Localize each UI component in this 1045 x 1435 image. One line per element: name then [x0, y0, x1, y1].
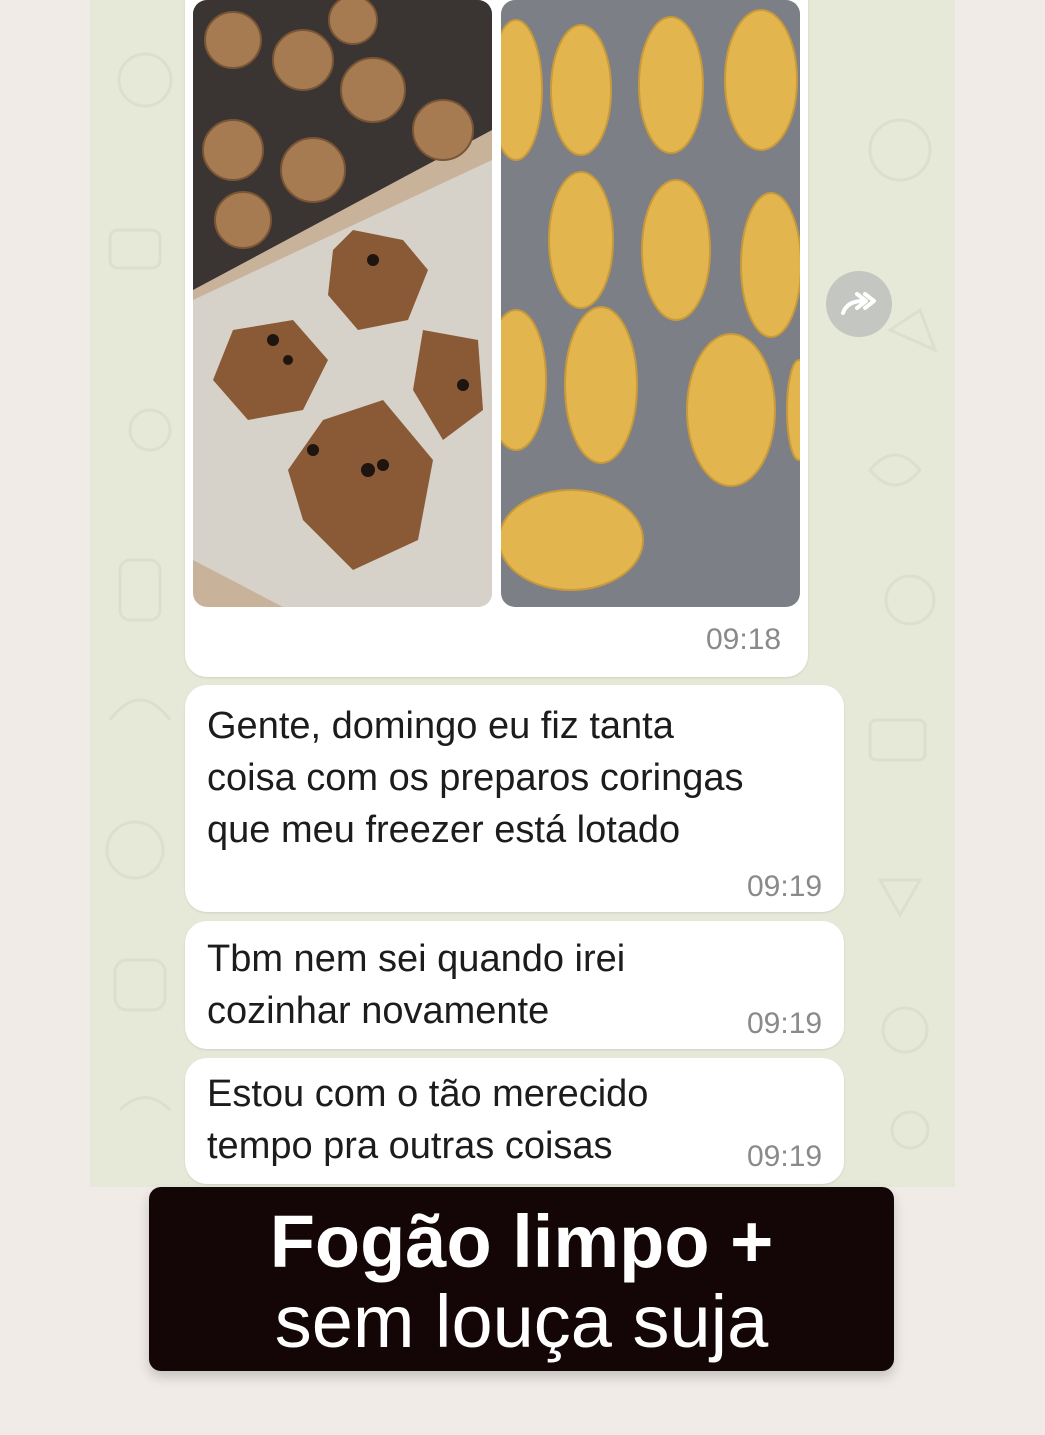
- forward-icon: [841, 292, 876, 315]
- message-time: 09:18: [706, 623, 782, 656]
- forward-button[interactable]: [826, 271, 892, 337]
- caption-banner: Fogão limpo + sem louça suja: [149, 1187, 894, 1371]
- message-bubble[interactable]: Estou com o tão merecido tempo pra outra…: [185, 1058, 844, 1184]
- message-time: 09:19: [747, 1007, 823, 1040]
- message-time: 09:19: [747, 870, 823, 903]
- message-bubble[interactable]: Tbm nem sei quando irei cozinhar novamen…: [185, 921, 844, 1049]
- message-text: Gente, domingo eu fiz tanta coisa com os…: [207, 705, 744, 851]
- cookies-tray-photo[interactable]: [193, 0, 492, 607]
- message-time: 09:19: [747, 1140, 823, 1173]
- caption-headline: Fogão limpo +: [269, 1200, 774, 1283]
- message-bubble[interactable]: Gente, domingo eu fiz tanta coisa com os…: [185, 685, 844, 912]
- message-text: Estou com o tão merecido tempo pra outra…: [207, 1073, 649, 1167]
- croquettes-tray-photo[interactable]: [501, 0, 800, 607]
- message-text: Tbm nem sei quando irei cozinhar novamen…: [207, 938, 626, 1032]
- caption-subline: sem louça suja: [274, 1280, 769, 1363]
